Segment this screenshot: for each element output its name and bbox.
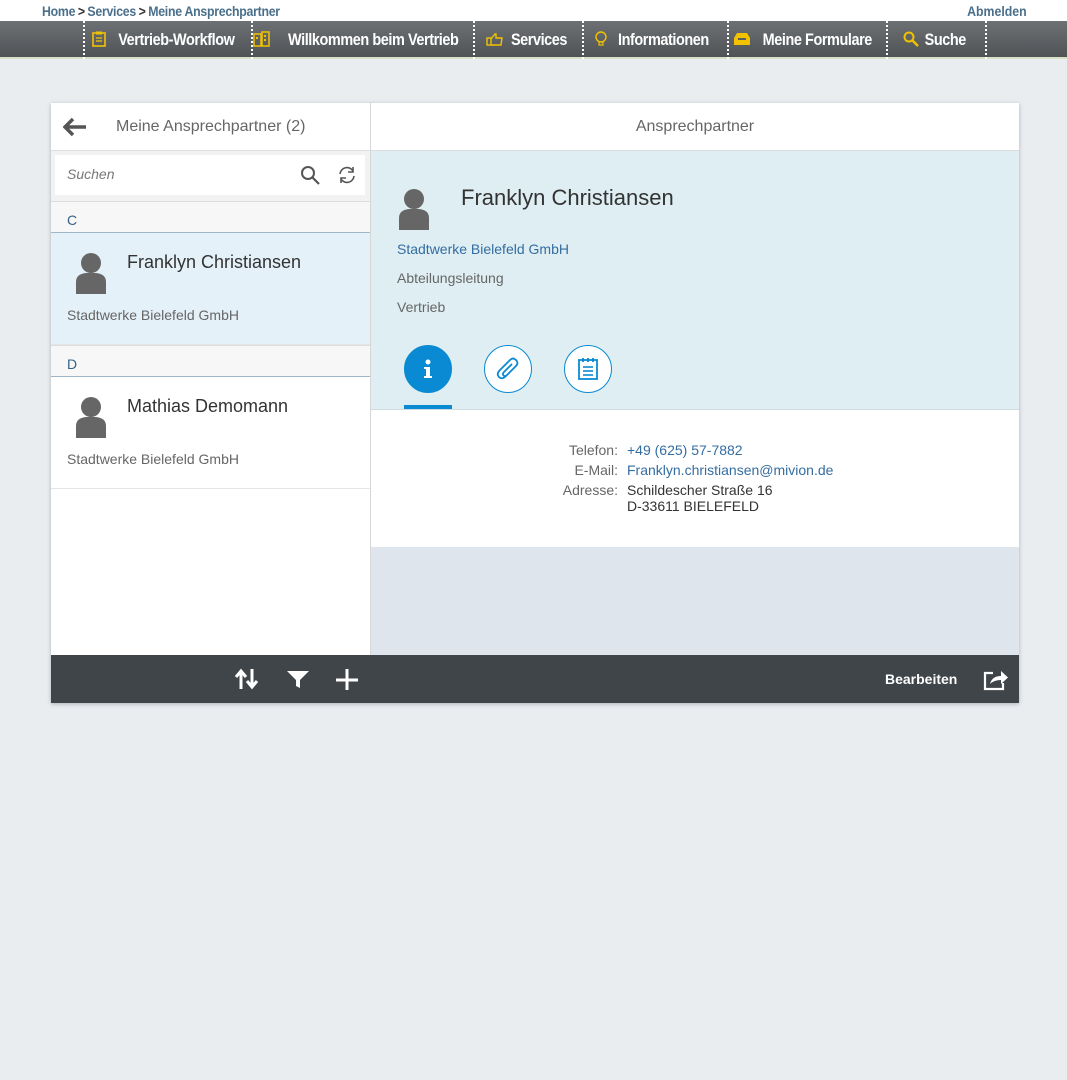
breadcrumb-current[interactable]: Meine Ansprechpartner: [148, 3, 280, 19]
contact-info-panel: Telefon: +49 (625) 57-7882 E-Mail: Frank…: [371, 410, 1019, 547]
footer-toolbar: Bearbeiten: [51, 655, 1019, 703]
detail-pane: Ansprechpartner Franklyn Christiansen St…: [371, 103, 1019, 655]
nav-label: Willkommen beim Vertrieb: [287, 30, 459, 49]
app-container: Meine Ansprechpartner (2) C Franklyn Chr…: [51, 103, 1019, 703]
address-label: Adresse:: [562, 482, 618, 498]
nav-item-vertrieb-workflow[interactable]: Vertrieb-Workflow: [83, 21, 251, 59]
tab-notes[interactable]: [564, 345, 612, 393]
nav-item-services[interactable]: Services: [473, 21, 582, 59]
master-header: Meine Ansprechpartner (2): [51, 103, 370, 151]
search-field: [55, 155, 365, 195]
object-header: Franklyn Christiansen Stadtwerke Bielefe…: [371, 151, 1019, 410]
logout-link[interactable]: Abmelden: [967, 3, 1027, 19]
main-nav: Vertrieb-Workflow Willkommen beim Vertri…: [0, 21, 1067, 59]
add-icon[interactable]: [334, 667, 360, 691]
nav-item-meine-formulare[interactable]: Meine Formulare: [727, 21, 886, 59]
list-item[interactable]: Franklyn Christiansen Stadtwerke Bielefe…: [51, 233, 370, 345]
attachment-icon: [496, 357, 519, 380]
tab-attachments[interactable]: [484, 345, 532, 393]
master-title: Meine Ansprechpartner (2): [116, 118, 306, 135]
search-icon: [903, 31, 920, 50]
detail-title: Ansprechpartner: [371, 103, 1019, 151]
person-icon: [76, 253, 106, 294]
nav-label: Services: [510, 30, 567, 49]
active-tab-indicator: [404, 405, 452, 409]
breadcrumb-separator: >: [77, 3, 85, 19]
phone-label: Telefon:: [568, 442, 618, 458]
contact-name-title: Franklyn Christiansen: [461, 185, 674, 210]
tab-info[interactable]: [404, 345, 452, 393]
inbox-icon: [733, 32, 751, 49]
phone-link[interactable]: +49 (625) 57-7882: [627, 442, 743, 458]
lightbulb-icon: [594, 30, 608, 50]
contact-name: Mathias Demomann: [127, 396, 289, 416]
group-header-d: D: [51, 345, 370, 377]
nav-label: Suche: [924, 30, 967, 49]
back-arrow-icon[interactable]: [63, 117, 87, 137]
contact-company: Stadtwerke Bielefeld GmbH: [67, 451, 239, 467]
nav-item-informationen[interactable]: Informationen: [582, 21, 727, 59]
contact-company: Stadtwerke Bielefeld GmbH: [67, 307, 239, 323]
notes-icon: [578, 358, 598, 380]
nav-label: Meine Formulare: [762, 30, 873, 49]
person-icon: [399, 189, 429, 230]
unit: Vertrieb: [397, 299, 446, 315]
nav-label: Informationen: [618, 30, 709, 49]
nav-item-suche[interactable]: Suche: [886, 21, 985, 59]
edit-button[interactable]: Bearbeiten: [885, 671, 957, 687]
nav-item-willkommen[interactable]: Willkommen beim Vertrieb: [251, 21, 473, 59]
thumbs-up-icon: [485, 32, 504, 49]
master-pane: Meine Ansprechpartner (2) C Franklyn Chr…: [51, 103, 371, 655]
address-line-1: Schildescher Straße 16: [627, 482, 773, 498]
search-input[interactable]: [67, 166, 287, 182]
department: Abteilungsleitung: [397, 270, 504, 286]
refresh-icon[interactable]: [337, 165, 357, 185]
contact-name: Franklyn Christiansen: [127, 252, 302, 272]
building-icon: [253, 30, 271, 50]
company-link[interactable]: Stadtwerke Bielefeld GmbH: [397, 241, 569, 257]
top-bar: Home > Services > Meine Ansprechpartner Abme…: [0, 0, 1067, 21]
group-header-c: C: [51, 201, 370, 233]
search-bar: [51, 151, 370, 201]
sort-icon[interactable]: [234, 667, 260, 691]
breadcrumb: Home > Services > Meine Ansprechpartner: [42, 3, 280, 19]
email-link[interactable]: Franklyn.christiansen@mivion.de: [627, 462, 833, 478]
filter-icon[interactable]: [285, 667, 311, 691]
breadcrumb-home[interactable]: Home: [42, 3, 75, 19]
nav-label: Vertrieb-Workflow: [117, 30, 235, 49]
person-icon: [76, 397, 106, 438]
info-icon: [424, 359, 432, 378]
list-item[interactable]: Mathias Demomann Stadtwerke Bielefeld Gm…: [51, 377, 370, 489]
breadcrumb-services[interactable]: Services: [87, 3, 136, 19]
email-label: E-Mail:: [574, 462, 618, 478]
nav-divider: [985, 21, 987, 59]
clipboard-icon: [91, 31, 106, 50]
share-icon[interactable]: [983, 667, 1009, 691]
breadcrumb-separator: >: [138, 3, 146, 19]
search-icon[interactable]: [300, 165, 320, 185]
address-line-2: D-33611 BIELEFELD: [627, 498, 760, 514]
